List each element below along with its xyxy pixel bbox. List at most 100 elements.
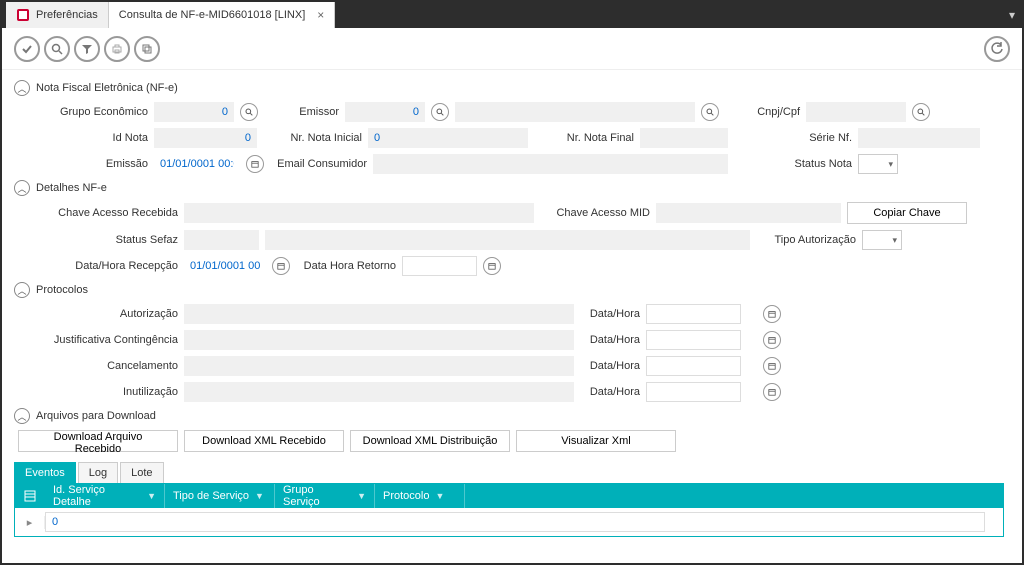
emissor-desc-field[interactable] (455, 102, 695, 122)
label-nr-nota-final: Nr. Nota Final (534, 132, 634, 144)
tab-label: Preferências (36, 9, 98, 21)
confirm-icon[interactable] (14, 36, 40, 62)
tab-preferencias[interactable]: Preferências (6, 2, 108, 28)
grid-header: Id. Serviço Detalhe▼ Tipo de Serviço▼ Gr… (15, 484, 1003, 508)
lookup-icon[interactable] (701, 103, 719, 121)
inutilizacao-datahora-field[interactable] (646, 382, 741, 402)
autorizacao-field[interactable] (184, 304, 574, 324)
section-title: Protocolos (36, 284, 88, 296)
download-arquivo-recebido-button[interactable]: Download Arquivo Recebido (18, 430, 178, 452)
content-area: ︿ Nota Fiscal Eletrônica (NF-e) Grupo Ec… (2, 70, 1022, 563)
filter-icon[interactable]: ▼ (255, 491, 264, 501)
download-xml-recebido-button[interactable]: Download XML Recebido (184, 430, 344, 452)
label-data-hora: Data/Hora (580, 308, 640, 320)
cancelamento-datahora-field[interactable] (646, 356, 741, 376)
download-xml-distribuicao-button[interactable]: Download XML Distribuição (350, 430, 510, 452)
lookup-icon[interactable] (431, 103, 449, 121)
nr-nota-inicial-field[interactable] (368, 128, 528, 148)
filter-icon[interactable]: ▼ (357, 491, 366, 501)
app-icon (16, 8, 30, 22)
datetime-icon[interactable] (763, 331, 781, 349)
emissao-field[interactable] (154, 154, 240, 174)
col-tipo-de-servico[interactable]: Tipo de Serviço▼ (165, 484, 275, 508)
label-status-nota: Status Nota (734, 158, 852, 170)
label-data-hora-recepcao: Data/Hora Recepção (18, 260, 178, 272)
justificativa-contingencia-field[interactable] (184, 330, 574, 350)
section-title: Arquivos para Download (36, 410, 156, 422)
visualizar-xml-button[interactable]: Visualizar Xml (516, 430, 676, 452)
collapse-nfe-icon[interactable]: ︿ (14, 80, 30, 96)
label-cancelamento: Cancelamento (18, 360, 178, 372)
label-justificativa-contingencia: Justificativa Contingência (18, 334, 178, 346)
justificativa-datahora-field[interactable] (646, 330, 741, 350)
copiar-chave-button[interactable]: Copiar Chave (847, 202, 967, 224)
id-nota-field[interactable] (154, 128, 257, 148)
label-cnpj-cpf: Cnpj/Cpf (725, 106, 800, 118)
label-chave-acesso-recebida: Chave Acesso Recebida (18, 207, 178, 219)
grid-cell-id-servico[interactable] (45, 512, 985, 532)
col-protocolo[interactable]: Protocolo▼ (375, 484, 465, 508)
datetime-icon[interactable] (246, 155, 264, 173)
subtab-log[interactable]: Log (78, 462, 118, 483)
status-sefaz-desc-field[interactable] (265, 230, 750, 250)
label-data-hora-retorno: Data Hora Retorno (296, 260, 396, 272)
copy-icon[interactable] (134, 36, 160, 62)
cnpj-cpf-field[interactable] (806, 102, 906, 122)
datetime-icon[interactable] (763, 305, 781, 323)
filter-icon[interactable] (74, 36, 100, 62)
inutilizacao-field[interactable] (184, 382, 574, 402)
subtab-eventos[interactable]: Eventos (14, 462, 76, 483)
section-title: Detalhes NF-e (36, 182, 107, 194)
tab-bar: Preferências Consulta de NF-e-MID6601018… (2, 2, 1022, 28)
email-consumidor-field[interactable] (373, 154, 728, 174)
col-grupo-servico[interactable]: Grupo Serviço▼ (275, 484, 375, 508)
datetime-icon[interactable] (763, 383, 781, 401)
collapse-detalhes-icon[interactable]: ︿ (14, 180, 30, 196)
label-tipo-autorizacao: Tipo Autorização (756, 234, 856, 246)
tab-consulta-nfe[interactable]: Consulta de NF-e-MID6601018 [LINX] × (108, 2, 336, 28)
label-grupo-economico: Grupo Econômico (18, 106, 148, 118)
collapse-arquivos-icon[interactable]: ︿ (14, 408, 30, 424)
datetime-icon[interactable] (272, 257, 290, 275)
close-icon[interactable]: × (317, 8, 324, 22)
subtab-lote[interactable]: Lote (120, 462, 163, 483)
label-nr-nota-inicial: Nr. Nota Inicial (263, 132, 362, 144)
toolbar (2, 28, 1022, 70)
label-email-consumidor: Email Consumidor (270, 158, 367, 170)
filter-icon[interactable]: ▼ (435, 491, 444, 501)
col-id-servico-detalhe[interactable]: Id. Serviço Detalhe▼ (45, 484, 165, 508)
emissor-field[interactable] (345, 102, 425, 122)
grid-row[interactable]: ▸ (15, 508, 1003, 536)
label-emissor: Emissor (264, 106, 339, 118)
lookup-icon[interactable] (240, 103, 258, 121)
label-status-sefaz: Status Sefaz (18, 234, 178, 246)
subtabs: Eventos Log Lote (14, 462, 1004, 483)
row-indicator-icon: ▸ (15, 516, 45, 529)
serie-nf-field[interactable] (858, 128, 980, 148)
status-nota-dropdown[interactable]: ▾ (858, 154, 898, 174)
collapse-protocolos-icon[interactable]: ︿ (14, 282, 30, 298)
data-hora-recepcao-field[interactable] (184, 256, 266, 276)
label-chave-acesso-mid: Chave Acesso MID (540, 207, 650, 219)
datetime-icon[interactable] (763, 357, 781, 375)
label-id-nota: Id Nota (18, 132, 148, 144)
lookup-icon[interactable] (912, 103, 930, 121)
grupo-economico-field[interactable] (154, 102, 234, 122)
chave-acesso-recebida-field[interactable] (184, 203, 534, 223)
datetime-icon[interactable] (483, 257, 501, 275)
chave-acesso-mid-field[interactable] (656, 203, 841, 223)
refresh-icon[interactable] (984, 36, 1010, 62)
label-inutilizacao: Inutilização (18, 386, 178, 398)
label-data-hora: Data/Hora (580, 334, 640, 346)
status-sefaz-code-field[interactable] (184, 230, 259, 250)
tipo-autorizacao-dropdown[interactable]: ▾ (862, 230, 902, 250)
filter-icon[interactable]: ▼ (147, 491, 156, 501)
window-menu-icon[interactable]: ▾ (1002, 2, 1022, 28)
row-selector-header[interactable] (15, 490, 45, 502)
print-icon[interactable] (104, 36, 130, 62)
data-hora-retorno-field[interactable] (402, 256, 477, 276)
cancelamento-field[interactable] (184, 356, 574, 376)
search-icon[interactable] (44, 36, 70, 62)
nr-nota-final-field[interactable] (640, 128, 728, 148)
autorizacao-datahora-field[interactable] (646, 304, 741, 324)
